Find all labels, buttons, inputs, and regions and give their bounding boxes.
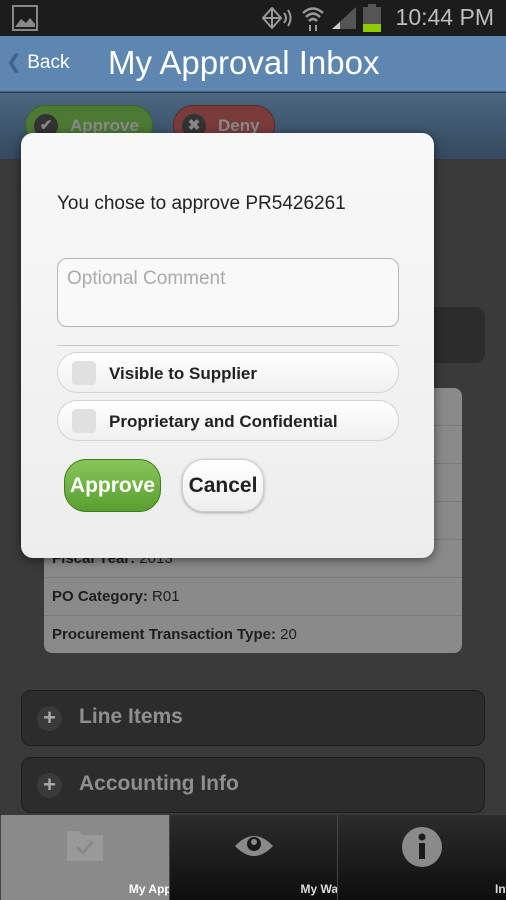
dialog-approve-button[interactable]: Approve <box>64 459 161 512</box>
visible-to-supplier-checkbox[interactable]: Visible to Supplier <box>57 352 399 393</box>
plus-icon: + <box>37 706 62 731</box>
section-accounting-info[interactable]: + Accounting Info <box>21 757 485 813</box>
info-icon <box>402 827 443 867</box>
approve-dialog: You chose to approve PR5426261 Visible t… <box>21 133 434 558</box>
checkbox-icon <box>72 361 96 385</box>
wifi-icon <box>302 7 324 31</box>
divider <box>57 345 399 346</box>
checkbox-icon <box>72 409 96 433</box>
app-header: ❮ Back My Approval Inbox <box>0 36 506 92</box>
folder-check-icon <box>66 831 103 861</box>
tab-bar: My Approvers My Watchers Info <box>0 815 506 900</box>
tab-my-watchers[interactable]: My Watchers <box>168 815 374 900</box>
comment-input[interactable] <box>57 258 399 327</box>
detail-row-po-category: PO Category: R01 <box>44 578 462 616</box>
section-line-items[interactable]: + Line Items <box>21 690 485 746</box>
clock: 10:44 PM <box>395 4 494 30</box>
status-bar: 10:44 PM <box>0 0 506 36</box>
signal-icon <box>332 7 356 29</box>
plus-icon: + <box>37 773 62 798</box>
image-icon <box>12 5 38 31</box>
nfc-icon <box>262 7 292 29</box>
battery-icon <box>363 4 381 32</box>
proprietary-confidential-checkbox[interactable]: Proprietary and Confidential <box>57 400 399 441</box>
dialog-cancel-button[interactable]: Cancel <box>182 459 264 512</box>
dialog-message: You chose to approve PR5426261 <box>57 193 346 214</box>
back-button[interactable]: ❮ Back <box>6 51 69 74</box>
tab-my-approvers[interactable]: My Approvers <box>0 815 208 900</box>
detail-row-procurement-type: Procurement Transaction Type: 20 <box>52 626 297 643</box>
eye-icon <box>234 836 273 856</box>
chevron-left-icon: ❮ <box>6 52 28 73</box>
page-title: My Approval Inbox <box>108 44 380 81</box>
tab-info[interactable]: Info <box>337 815 506 900</box>
